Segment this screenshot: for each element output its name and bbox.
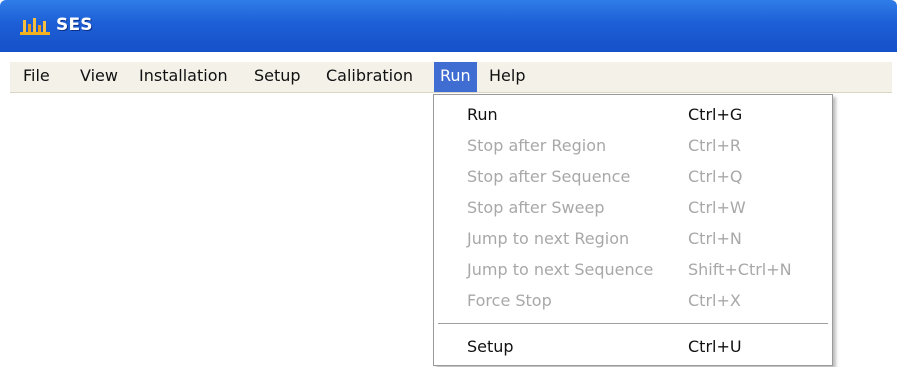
menu-item-shortcut: Shift+Ctrl+N: [688, 260, 792, 279]
menu-calibration[interactable]: Calibration: [320, 62, 419, 92]
run-menu-item-stop-after-region[interactable]: Stop after Region Ctrl+R: [434, 131, 832, 161]
menu-item-shortcut: Ctrl+Q: [688, 167, 743, 186]
menu-item-label: Jump to next Sequence: [467, 260, 654, 279]
run-menu-item-force-stop[interactable]: Force Stop Ctrl+X: [434, 286, 832, 316]
menu-item-shortcut: Ctrl+N: [688, 229, 742, 248]
menu-help[interactable]: Help: [483, 62, 531, 92]
menu-item-shortcut: Ctrl+G: [688, 105, 743, 124]
run-menu-item-stop-after-sweep[interactable]: Stop after Sweep Ctrl+W: [434, 193, 832, 223]
menu-item-label: Stop after Sweep: [467, 198, 605, 217]
run-menu-item-jump-to-next-region[interactable]: Jump to next Region Ctrl+N: [434, 224, 832, 254]
run-menu-item-jump-to-next-sequence[interactable]: Jump to next Sequence Shift+Ctrl+N: [434, 255, 832, 285]
run-menu-item-run[interactable]: Run Ctrl+G: [434, 100, 832, 130]
menu-item-label: Stop after Region: [467, 136, 607, 155]
run-menu-item-setup[interactable]: Setup Ctrl+U: [434, 332, 832, 362]
menu-view[interactable]: View: [74, 62, 124, 92]
menu-item-label: Jump to next Region: [467, 229, 630, 248]
menu-item-shortcut: Ctrl+X: [688, 291, 741, 310]
menu-item-label: Force Stop: [467, 291, 552, 310]
ses-window: SES File View Installation Setup Calibra…: [0, 0, 897, 367]
menu-item-shortcut: Ctrl+U: [688, 337, 742, 356]
menu-item-label: Run: [467, 105, 498, 124]
ses-app-icon: [20, 18, 50, 35]
title-bar[interactable]: SES: [0, 0, 897, 52]
menu-item-label: Setup: [467, 337, 514, 356]
run-menu-item-stop-after-sequence[interactable]: Stop after Sequence Ctrl+Q: [434, 162, 832, 192]
menu-run[interactable]: Run: [434, 62, 477, 92]
menu-setup[interactable]: Setup: [248, 62, 307, 92]
menu-item-shortcut: Ctrl+W: [688, 198, 746, 217]
run-menu-dropdown: Run Ctrl+G Stop after Region Ctrl+R Stop…: [433, 94, 833, 366]
menu-installation[interactable]: Installation: [133, 62, 234, 92]
menu-separator: [438, 323, 828, 325]
menu-file[interactable]: File: [17, 62, 56, 92]
menu-item-shortcut: Ctrl+R: [688, 136, 741, 155]
window-title: SES: [56, 15, 93, 35]
menu-bar: File View Installation Setup Calibration…: [10, 62, 892, 93]
menu-item-label: Stop after Sequence: [467, 167, 631, 186]
